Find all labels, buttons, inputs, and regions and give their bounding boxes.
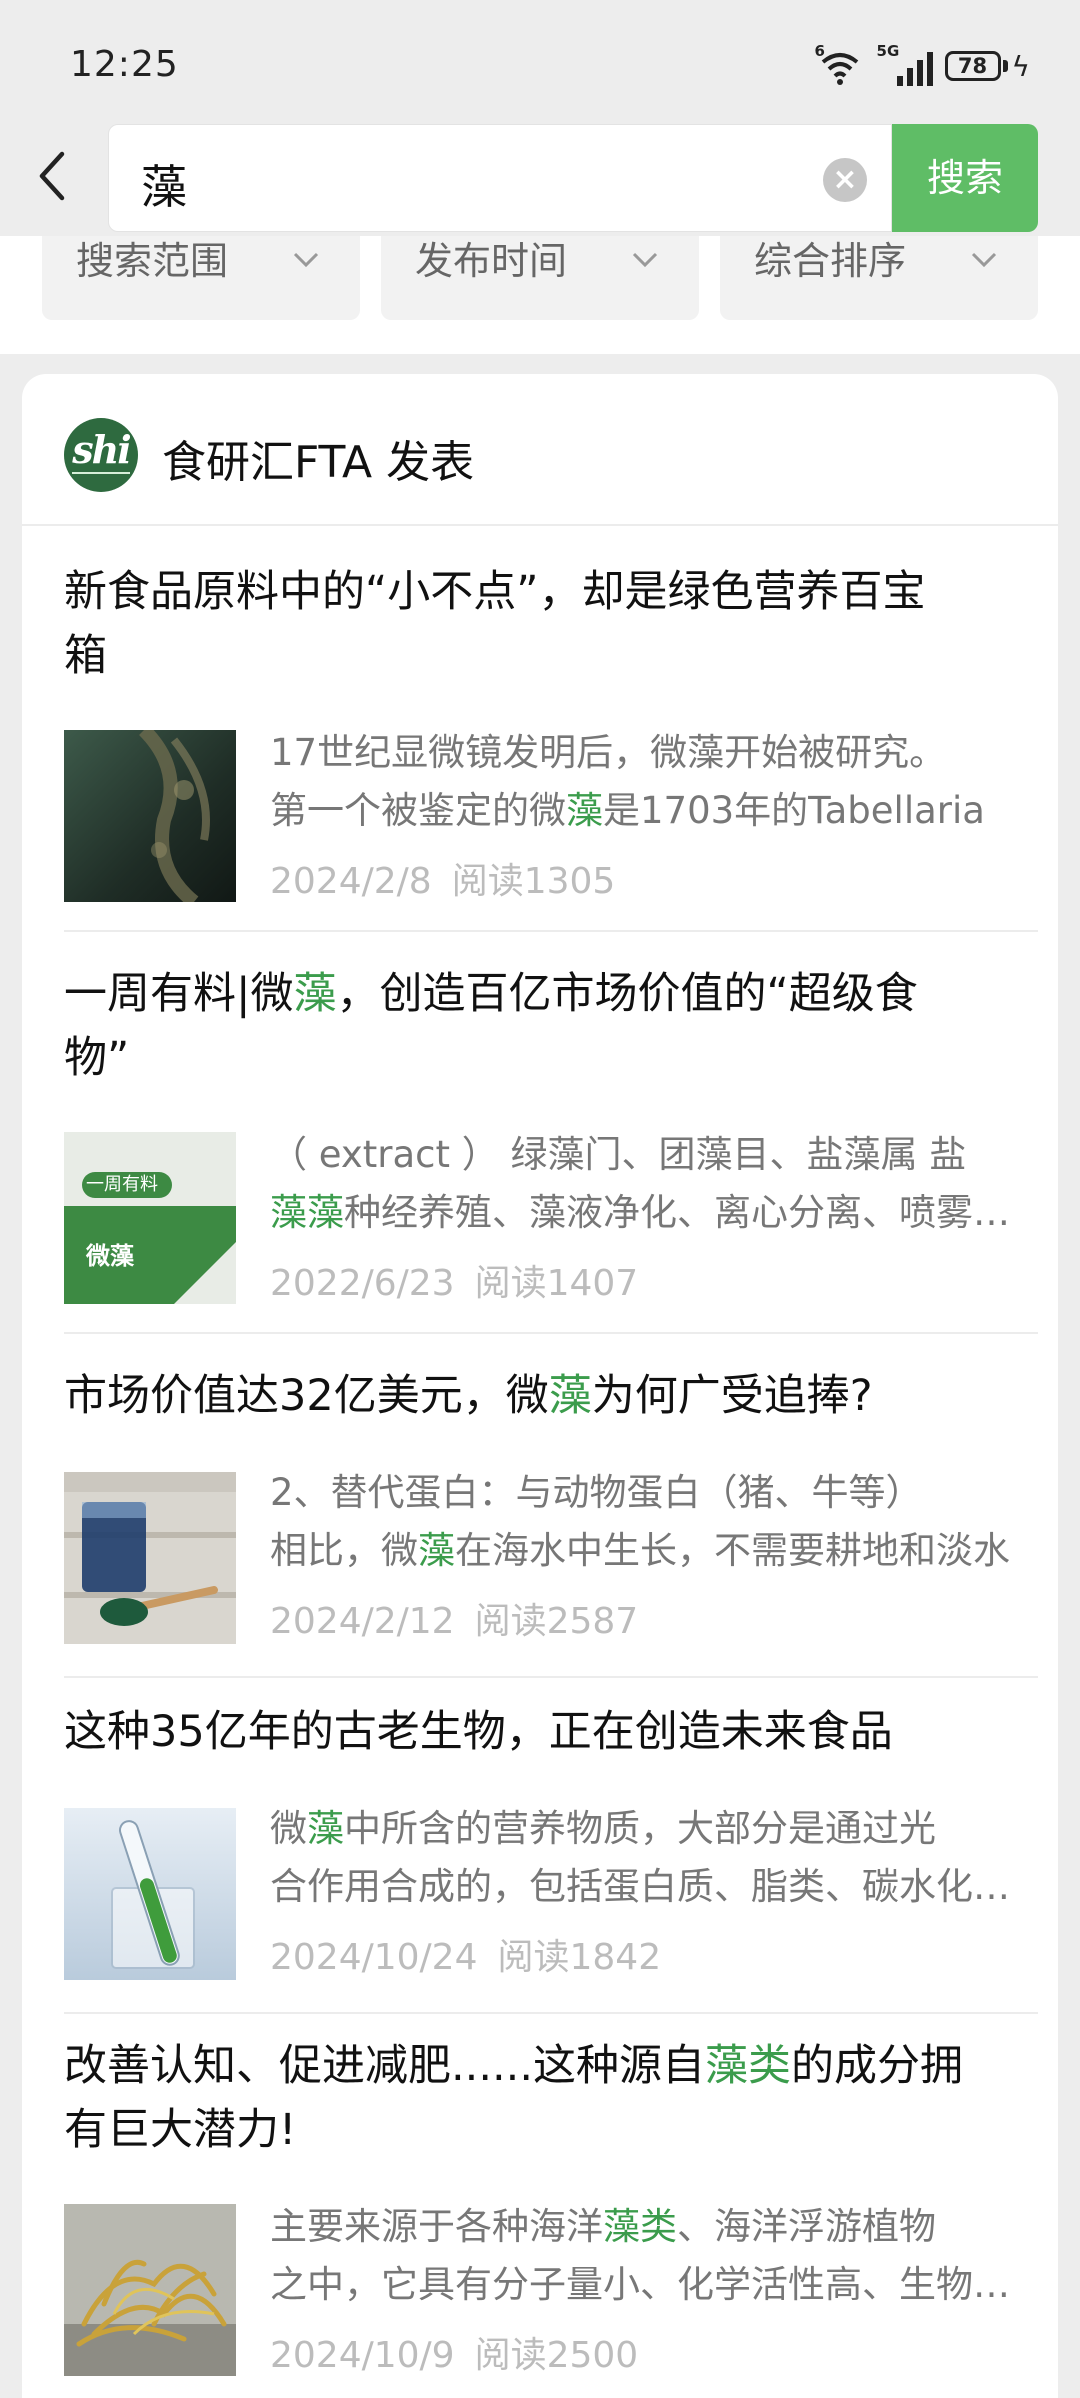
- filter-label: 综合排序: [754, 239, 907, 283]
- article-item[interactable]: 这种35亿年的古老生物，正在创造未来食品 微藻中所含的营养物质，大部分是通过光 …: [64, 1700, 1038, 2014]
- article-item[interactable]: 一周有料|微藻，创造百亿市场价值的“超级食 物” 一周有料 微藻 （ extrac…: [64, 962, 1038, 1334]
- article-excerpt: 微藻中所含的营养物质，大部分是通过光 合作用合成的，包括蛋白质、脂类、碳水化合物: [270, 1807, 1038, 1908]
- article-meta: 2024/10/24 阅读1842: [270, 1928, 661, 1980]
- chevron-down-icon: [632, 252, 658, 268]
- article-date: 2024/2/12: [270, 1601, 455, 1642]
- cellular-signal-icon: 5G: [877, 42, 933, 86]
- logo-text: shi: [72, 427, 131, 472]
- article-item[interactable]: 新食品原料中的“小不点”，却是绿色营养百宝箱 17世纪显微镜发明后，微藻开始被研…: [64, 560, 1038, 932]
- article-reads: 阅读1305: [451, 861, 616, 902]
- filter-row: 搜索范围 发布时间 综合排序: [0, 236, 1080, 354]
- search-input[interactable]: 藻 ×: [108, 124, 892, 232]
- article-meta: 2024/2/12 阅读2587: [270, 1592, 638, 1644]
- article-date: 2024/2/8: [270, 861, 432, 902]
- article-date: 2024/10/24: [270, 1937, 478, 1978]
- article-reads: 阅读2587: [474, 1601, 639, 1642]
- article-title: 新食品原料中的“小不点”，却是绿色营养百宝箱: [64, 567, 926, 681]
- article-excerpt: 主要来源于各种海洋藻类、海洋浮游植物 之中，它具有分子量小、化学活性高、生物利用…: [270, 2205, 1038, 2306]
- account-header[interactable]: shi 食研汇FTA 发表: [22, 374, 1058, 526]
- account-name: 食研汇FTA 发表: [162, 437, 475, 488]
- article-thumbnail: [64, 2204, 236, 2376]
- search-bar: 藻 × 搜索: [0, 120, 1080, 236]
- article-title: 一周有料|微藻，创造百亿市场价值的“超级食 物”: [64, 969, 918, 1083]
- filter-sort-order[interactable]: 综合排序: [720, 236, 1038, 320]
- article-excerpt: 2、替代蛋白：与动物蛋白（猪、牛等） 相比，微藻在海水中生长，不需要耕地和淡水: [270, 1471, 1010, 1572]
- article-thumbnail: [64, 1472, 236, 1644]
- article-reads: 阅读2500: [474, 2335, 639, 2376]
- battery-level: 78: [944, 51, 1001, 81]
- article-reads: 阅读1407: [474, 1263, 639, 1304]
- wifi-icon: 6: [815, 42, 865, 86]
- article-title: 这种35亿年的古老生物，正在创造未来食品: [64, 1707, 893, 1757]
- results-area: shi 食研汇FTA 发表 新食品原料中的“小不点”，却是绿色营养百宝箱 17世…: [0, 354, 1080, 2398]
- status-icons: 6 5G 78 ϟ: [815, 42, 1030, 88]
- article-meta: 2022/6/23 阅读1407: [270, 1254, 638, 1306]
- article-excerpt: 17世纪显微镜发明后，微藻开始被研究。 第一个被鉴定的微藻是1703年的Tabe…: [270, 731, 985, 832]
- article-item[interactable]: 改善认知、促进减肥......这种源自藻类的成分拥 有巨大潜力! 主要来源于各种…: [64, 2034, 1038, 2398]
- charging-icon: ϟ: [1011, 49, 1030, 83]
- article-meta: 2024/2/8 阅读1305: [270, 852, 615, 904]
- close-icon: ×: [832, 162, 858, 197]
- chevron-left-icon: [39, 151, 65, 201]
- filter-label: 搜索范围: [76, 239, 229, 283]
- article-title: 改善认知、促进减肥......这种源自藻类的成分拥 有巨大潜力!: [64, 2041, 964, 2155]
- article-thumbnail: [64, 730, 236, 902]
- search-button[interactable]: 搜索: [892, 124, 1038, 232]
- article-excerpt: （ extract ） 绿藻门、团藻目、盐藻属 盐 藻藻种经养殖、藻液净化、离心…: [270, 1133, 1038, 1234]
- chevron-down-icon: [293, 252, 319, 268]
- article-item[interactable]: 市场价值达32亿美元，微藻为何广受追捧? 2、替代蛋白：与动物蛋白（猪、牛等） …: [64, 1364, 1038, 1678]
- account-logo: shi: [64, 418, 138, 492]
- filter-publish-time[interactable]: 发布时间: [381, 236, 699, 320]
- filter-label: 发布时间: [415, 239, 568, 283]
- filter-search-scope[interactable]: 搜索范围: [42, 236, 360, 320]
- result-card: shi 食研汇FTA 发表 新食品原料中的“小不点”，却是绿色营养百宝箱 17世…: [22, 374, 1058, 2398]
- clear-search-button[interactable]: ×: [823, 158, 867, 202]
- article-reads: 阅读1842: [497, 1937, 662, 1978]
- article-meta: 2024/10/9 阅读2500: [270, 2326, 638, 2378]
- article-thumbnail: 一周有料 微藻: [64, 1132, 236, 1304]
- article-thumbnail: [64, 1808, 236, 1980]
- article-title: 市场价值达32亿美元，微藻为何广受追捧?: [64, 1371, 873, 1421]
- status-bar: 12:25 6 5G 78 ϟ: [0, 0, 1080, 128]
- search-query: 藻: [141, 160, 187, 214]
- wifi-label: 6: [814, 42, 825, 60]
- back-button[interactable]: [24, 148, 80, 204]
- article-date: 2022/6/23: [270, 1263, 455, 1304]
- battery-icon: 78 ϟ: [944, 49, 1030, 83]
- article-date: 2024/10/9: [270, 2335, 455, 2376]
- status-time: 12:25: [70, 44, 179, 85]
- chevron-down-icon: [971, 252, 997, 268]
